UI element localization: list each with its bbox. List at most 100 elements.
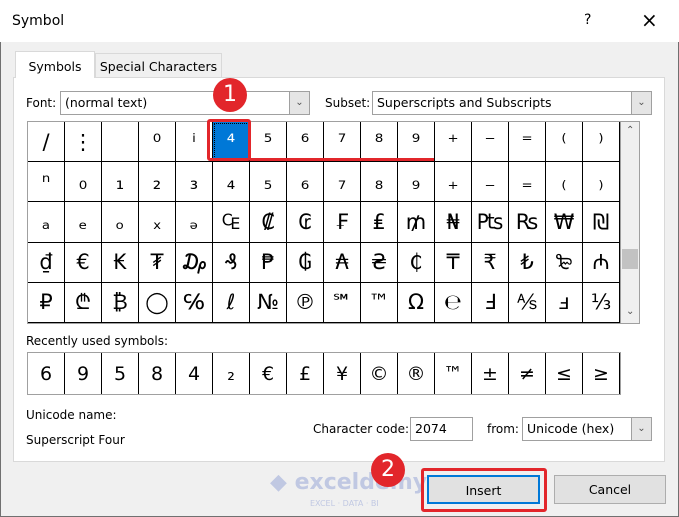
recent-symbol-cell[interactable]: ₂	[213, 353, 250, 394]
symbol-cell[interactable]: ₳	[324, 242, 361, 283]
symbol-cell[interactable]: ₐ	[28, 202, 65, 243]
recent-symbol-cell[interactable]: 8	[139, 353, 176, 394]
symbol-cell[interactable]: ₊	[435, 162, 472, 203]
symbol-cell[interactable]: ₩	[546, 202, 583, 243]
symbol-cell[interactable]: €	[65, 242, 102, 283]
symbol-cell[interactable]: ₒ	[102, 202, 139, 243]
symbol-cell[interactable]: ⁰	[139, 122, 176, 163]
symbol-cell[interactable]: ₠	[213, 202, 250, 243]
symbol-cell[interactable]: Ω	[398, 282, 435, 323]
symbol-cell[interactable]: ₎	[583, 162, 620, 203]
symbol-cell[interactable]: ₱	[250, 242, 287, 283]
symbol-cell[interactable]: ₾	[65, 282, 102, 323]
symbol-cell[interactable]: Ⅎ	[472, 282, 509, 323]
symbol-cell[interactable]: ⁷	[324, 122, 361, 163]
recent-symbol-cell[interactable]: ≤	[546, 353, 583, 394]
symbol-cell[interactable]: ⅎ	[546, 282, 583, 323]
symbol-cell[interactable]: ℗	[287, 282, 324, 323]
symbol-cell[interactable]: ⁺	[435, 122, 472, 163]
symbol-cell[interactable]	[102, 122, 139, 163]
recent-symbol-cell[interactable]: €	[250, 353, 287, 394]
symbol-cell[interactable]: ₆	[287, 162, 324, 203]
symbol-cell[interactable]: ₺	[509, 242, 546, 283]
recent-symbol-cell[interactable]: ©	[361, 353, 398, 394]
symbol-cell[interactable]: №	[250, 282, 287, 323]
scroll-up-icon[interactable]: ⌃	[626, 125, 634, 136]
symbol-cell[interactable]: ⋮	[65, 122, 102, 163]
symbol-cell[interactable]: ₢	[287, 202, 324, 243]
symbol-cell[interactable]: ₓ	[139, 202, 176, 243]
symbol-cell[interactable]: ⅍	[509, 282, 546, 323]
scrollbar-thumb[interactable]	[622, 249, 638, 269]
recent-symbol-cell[interactable]: 9	[65, 353, 102, 394]
symbol-cell[interactable]: ₤	[361, 202, 398, 243]
symbol-cell[interactable]: ℓ	[213, 282, 250, 323]
symbol-cell[interactable]: ₍	[546, 162, 583, 203]
recent-symbol-cell[interactable]: ≥	[583, 353, 620, 394]
symbol-cell[interactable]: ℠	[324, 282, 361, 323]
symbol-cell[interactable]: ⁿ	[28, 162, 65, 203]
symbol-cell[interactable]: ₪	[583, 202, 620, 243]
symbol-cell[interactable]: ₄	[213, 162, 250, 203]
symbol-cell[interactable]: ⁶	[287, 122, 324, 163]
help-button[interactable]: ?	[584, 12, 591, 28]
symbol-cell[interactable]: ₡	[250, 202, 287, 243]
symbol-cell[interactable]: ₨	[509, 202, 546, 243]
symbol-cell[interactable]: ⁾	[583, 122, 620, 163]
symbol-cell[interactable]: ₻	[546, 242, 583, 283]
character-code-input[interactable]: 2074	[410, 417, 473, 441]
recent-symbol-cell[interactable]: 4	[176, 353, 213, 394]
symbol-cell[interactable]: ₑ	[65, 202, 102, 243]
symbol-cell[interactable]: ₥	[398, 202, 435, 243]
symbol-cell[interactable]: ₸	[435, 242, 472, 283]
recent-symbol-cell[interactable]: ±	[472, 353, 509, 394]
symbol-cell[interactable]: ₔ	[176, 202, 213, 243]
symbol-cell[interactable]: ₈	[361, 162, 398, 203]
symbol-cell[interactable]: ⁸	[361, 122, 398, 163]
symbol-cell[interactable]: ™	[361, 282, 398, 323]
symbol-cell[interactable]: ₌	[509, 162, 546, 203]
symbol-cell[interactable]: ◯	[139, 282, 176, 323]
recent-symbol-cell[interactable]: 6	[28, 353, 65, 394]
subset-dropdown[interactable]: Superscripts and Subscripts ⌄	[372, 91, 652, 115]
symbol-cell[interactable]: ⁹	[398, 122, 435, 163]
symbol-cell[interactable]: ⁻	[472, 122, 509, 163]
symbol-cell[interactable]: ₴	[361, 242, 398, 283]
symbol-cell[interactable]: ℅	[176, 282, 213, 323]
recent-symbol-cell[interactable]: ™	[435, 353, 472, 394]
symbol-cell[interactable]: ₵	[398, 242, 435, 283]
grid-scrollbar[interactable]: ⌃ ⌄	[621, 121, 640, 324]
symbol-cell[interactable]: ℮	[435, 282, 472, 323]
symbol-cell[interactable]: ⁽	[546, 122, 583, 163]
symbol-cell[interactable]: ₧	[472, 202, 509, 243]
symbol-cell[interactable]: ₣	[324, 202, 361, 243]
recent-symbol-cell[interactable]: ®	[398, 353, 435, 394]
symbol-cell[interactable]: ₮	[139, 242, 176, 283]
symbol-cell[interactable]: ₲	[287, 242, 324, 283]
symbol-cell[interactable]: ₰	[213, 242, 250, 283]
symbol-cell[interactable]: ⁵	[250, 122, 287, 163]
cancel-button[interactable]: Cancel	[554, 475, 666, 504]
symbol-cell[interactable]: ₇	[324, 162, 361, 203]
recent-symbol-cell[interactable]: £	[287, 353, 324, 394]
symbol-cell[interactable]: ₼	[583, 242, 620, 283]
recent-symbol-cell[interactable]: ¥	[324, 353, 361, 394]
tab-symbols[interactable]: Symbols	[15, 51, 95, 78]
symbol-cell[interactable]: ₭	[102, 242, 139, 283]
symbol-cell[interactable]: ₁	[102, 162, 139, 203]
close-button[interactable]: ×	[641, 8, 658, 32]
symbol-cell[interactable]: /	[28, 122, 65, 163]
symbol-cell[interactable]: ₽	[28, 282, 65, 323]
symbol-cell[interactable]: ₯	[176, 242, 213, 283]
symbol-cell[interactable]: ₹	[472, 242, 509, 283]
symbol-cell[interactable]: ₉	[398, 162, 435, 203]
symbol-cell[interactable]: ₋	[472, 162, 509, 203]
font-dropdown[interactable]: (normal text) ⌄	[60, 91, 310, 115]
symbol-cell[interactable]: ₂	[139, 162, 176, 203]
from-dropdown[interactable]: Unicode (hex) ⌄	[522, 417, 652, 441]
symbol-cell[interactable]: ₿	[102, 282, 139, 323]
symbol-cell[interactable]: ₅	[250, 162, 287, 203]
symbol-cell[interactable]: ₀	[65, 162, 102, 203]
symbol-cell[interactable]: ₃	[176, 162, 213, 203]
symbol-cell[interactable]: ₦	[435, 202, 472, 243]
